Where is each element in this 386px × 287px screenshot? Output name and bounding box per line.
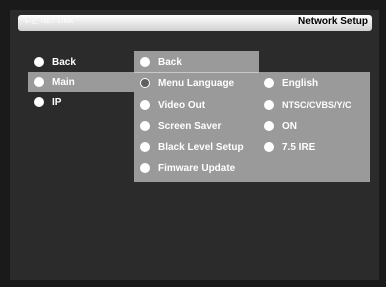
value-menu-language[interactable]: English bbox=[264, 73, 318, 93]
left-menu-item-main[interactable]: Main bbox=[34, 72, 75, 92]
left-menu-item-back[interactable]: Back bbox=[34, 52, 76, 72]
value-label: 7.5 IRE bbox=[282, 141, 316, 153]
bullet-icon bbox=[34, 77, 44, 87]
bullet-icon bbox=[34, 97, 44, 107]
bullet-icon bbox=[140, 78, 150, 88]
submenu-label: Fimware Update bbox=[158, 162, 236, 174]
submenu-label: Black Level Setup bbox=[158, 141, 244, 153]
left-menu-item-ip[interactable]: IP bbox=[34, 92, 61, 112]
left-menu-label: IP bbox=[52, 96, 62, 108]
submenu-item-screen-saver[interactable]: Screen Saver bbox=[140, 116, 221, 136]
submenu-label: Back bbox=[158, 56, 182, 68]
value-label: English bbox=[282, 77, 319, 89]
submenu-label: Menu Language bbox=[158, 77, 235, 89]
bullet-icon bbox=[140, 121, 150, 131]
value-screen-saver[interactable]: ON bbox=[264, 116, 297, 136]
submenu-label: Screen Saver bbox=[158, 120, 222, 132]
bullet-icon bbox=[140, 100, 150, 110]
title-bar: ⇠⊏ NET LINK Network Setup bbox=[18, 15, 372, 31]
submenu-label: Video Out bbox=[158, 99, 206, 111]
brand-label: NET LINK bbox=[40, 18, 74, 25]
bullet-icon bbox=[140, 142, 150, 152]
submenu-item-firmware-update[interactable]: Fimware Update bbox=[140, 158, 235, 178]
bullet-icon bbox=[264, 100, 274, 110]
bullet-icon bbox=[140, 163, 150, 173]
left-menu-label: Back bbox=[52, 56, 76, 68]
submenu-item-black-level-setup[interactable]: Black Level Setup bbox=[140, 137, 244, 157]
value-label: ON bbox=[282, 120, 297, 132]
submenu-item-back[interactable]: Back bbox=[140, 52, 182, 72]
value-video-out[interactable]: NTSC/CVBS/Y/C bbox=[264, 95, 352, 115]
bullet-icon bbox=[140, 57, 150, 67]
bullet-icon bbox=[34, 57, 44, 67]
bullet-icon bbox=[264, 78, 274, 88]
brand: ⇠⊏ NET LINK bbox=[25, 17, 74, 26]
page-title: Network Setup bbox=[297, 16, 368, 27]
netlink-icon: ⇠⊏ bbox=[25, 17, 39, 26]
submenu-item-video-out[interactable]: Video Out bbox=[140, 95, 205, 115]
bullet-icon bbox=[264, 142, 274, 152]
value-label: NTSC/CVBS/Y/C bbox=[282, 100, 352, 110]
left-menu-label: Main bbox=[52, 76, 75, 88]
submenu-item-menu-language[interactable]: Menu Language bbox=[140, 73, 234, 93]
value-black-level-setup[interactable]: 7.5 IRE bbox=[264, 137, 315, 157]
bullet-icon bbox=[264, 121, 274, 131]
